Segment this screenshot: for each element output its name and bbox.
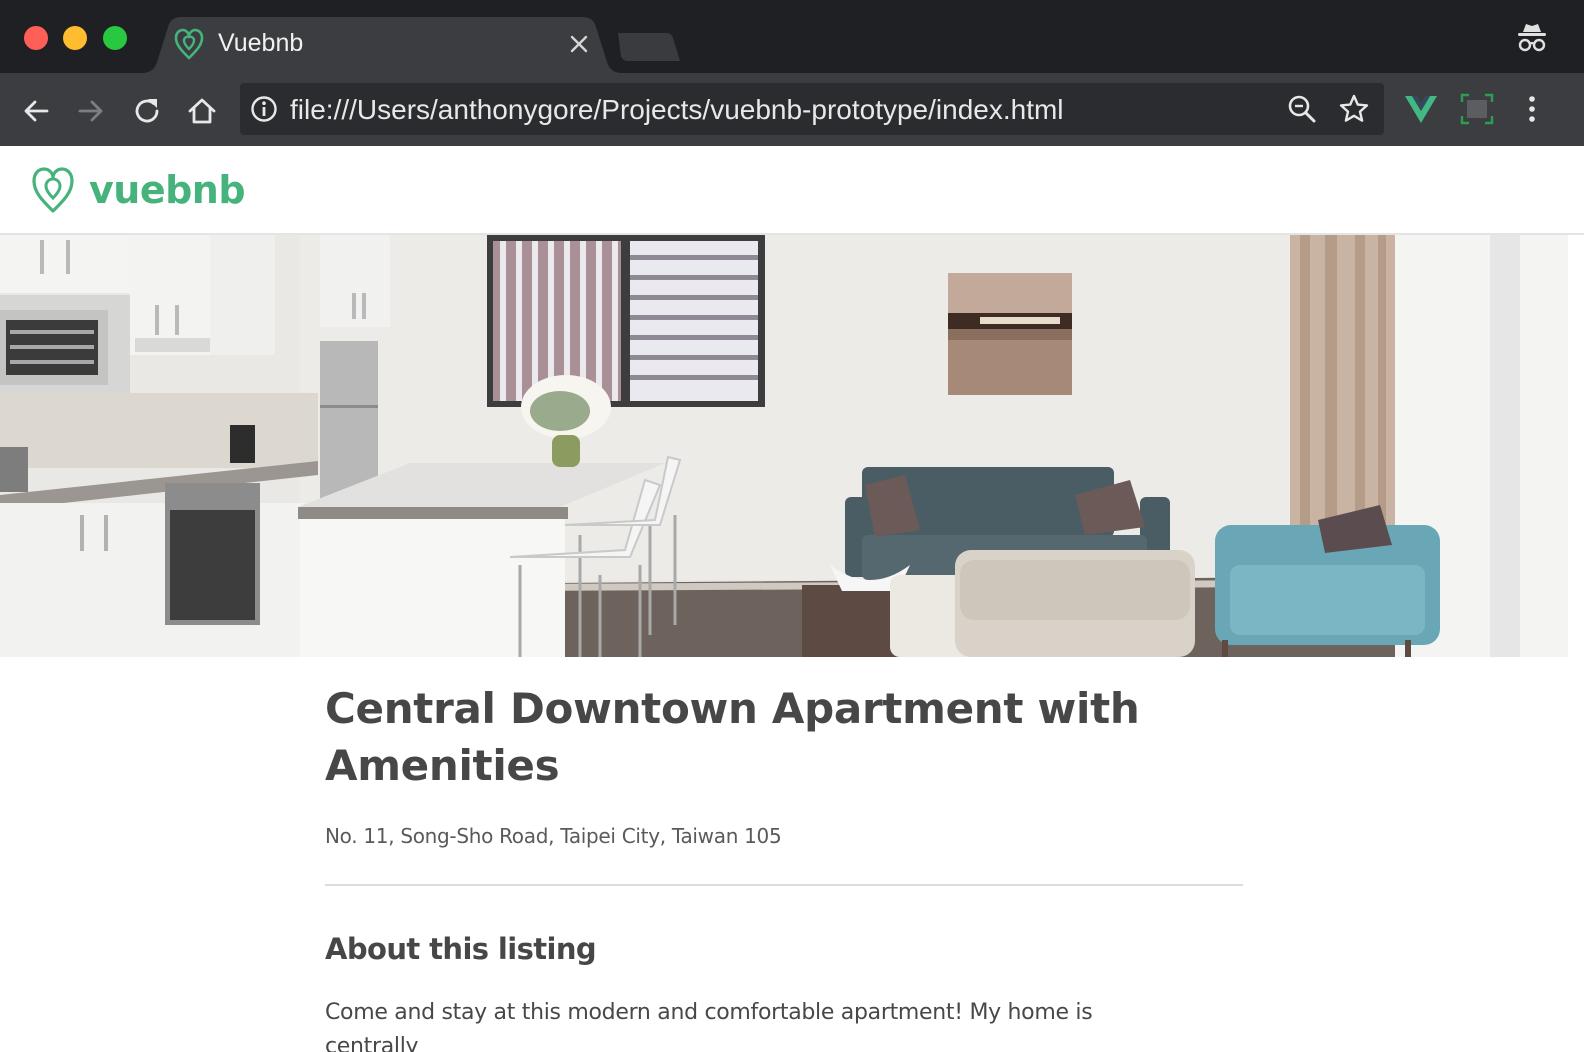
hero-illustration (0, 235, 1568, 657)
vuebnb-logo-icon[interactable] (30, 166, 76, 214)
browser-toolbar: file:///Users/anthonygore/Projects/vuebn… (0, 73, 1584, 146)
listing-address: No. 11, Song-Sho Road, Taipei City, Taiw… (325, 824, 782, 848)
reload-icon (135, 99, 159, 123)
home-icon (188, 98, 216, 124)
tab-title: Vuebnb (218, 29, 304, 57)
site-name[interactable]: vuebnb (89, 168, 246, 212)
back-arrow-icon (24, 100, 49, 122)
star-icon[interactable] (1338, 93, 1370, 125)
browser-tab-strip: Vuebnb (0, 0, 1584, 73)
new-tab-icon[interactable] (614, 33, 682, 63)
address-bar[interactable]: file:///Users/anthonygore/Projects/vuebn… (240, 83, 1384, 135)
tab-shape (142, 17, 622, 73)
browser-menu-button[interactable] (1514, 91, 1550, 127)
browser-tab-active[interactable]: Vuebnb (142, 17, 622, 73)
forward-arrow-icon (78, 100, 103, 122)
reload-button[interactable] (127, 91, 167, 131)
window-minimize-button[interactable] (63, 26, 87, 50)
kebab-menu-icon (1529, 96, 1535, 122)
screen-capture-button[interactable] (1459, 91, 1495, 127)
vue-devtools-icon (1405, 96, 1437, 123)
site-header: vuebnb (0, 146, 1584, 235)
about-heading: About this listing (325, 932, 597, 966)
screen-capture-icon (1460, 93, 1494, 125)
window-close-button[interactable] (24, 26, 48, 50)
incognito-icon (1518, 24, 1546, 52)
url-text[interactable]: file:///Users/anthonygore/Projects/vuebn… (290, 94, 1064, 126)
about-text: Come and stay at this modern and comfort… (325, 1000, 1093, 1052)
page-viewport: vuebnb Central Downtown Apartment with A… (0, 146, 1584, 1052)
window-maximize-button[interactable] (103, 26, 127, 50)
info-icon[interactable] (250, 95, 278, 123)
vue-devtools-button[interactable] (1403, 91, 1439, 127)
zoom-icon[interactable] (1286, 93, 1318, 125)
apartment-interior-photo (0, 235, 1568, 657)
vuebnb-logo-icon (174, 28, 204, 60)
close-icon[interactable] (566, 31, 592, 57)
listing-title: Central Downtown Apartment with Amenitie… (325, 684, 1140, 790)
home-button[interactable] (182, 91, 222, 131)
back-button[interactable] (16, 91, 56, 131)
listing-content: Central Downtown Apartment with Amenitie… (325, 680, 1243, 1052)
section-divider (325, 884, 1243, 886)
forward-button[interactable] (71, 91, 111, 131)
